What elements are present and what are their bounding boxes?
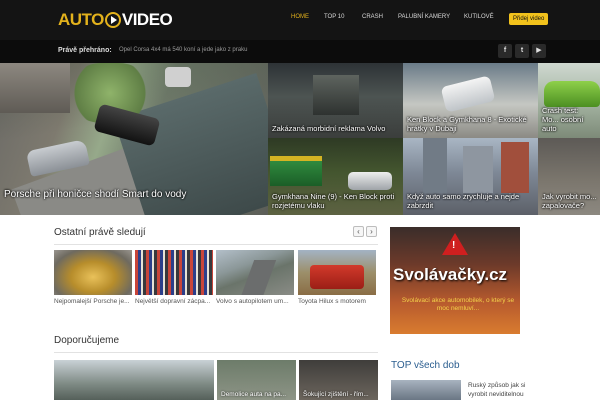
divider (54, 352, 378, 353)
hero-tile-caption: Když auto samo zrychluje a nejde zabrzdi… (407, 192, 520, 210)
recommended-video-1[interactable] (54, 360, 214, 400)
hero-tile-caption: Ken Block a Gymkhana 8 - Exotické hrátky… (407, 115, 527, 133)
exclamation-icon: ! (452, 240, 456, 251)
next-arrow-icon[interactable]: › (366, 226, 377, 237)
others-thumb-3[interactable] (216, 250, 294, 295)
hero-tile-2[interactable]: Ken Block a Gymkhana 8 - Exotické hrátky… (403, 63, 538, 138)
car-white-shape (440, 75, 496, 113)
twitter-icon[interactable]: t (515, 44, 529, 58)
add-video-button[interactable]: Přidej video (509, 13, 549, 25)
car-rally-shape (348, 172, 392, 190)
divider (54, 244, 378, 245)
others-thumb-1[interactable] (54, 250, 132, 295)
ad-title: Svolávačky.cz (393, 265, 508, 284)
nav-top10[interactable]: TOP 10 (324, 14, 344, 20)
youtube-icon[interactable]: ▶ (532, 44, 546, 58)
nav-kutilove[interactable]: KUTILOVÉ (464, 14, 494, 20)
recommended-caption: Demolice auta na pa... (221, 391, 287, 398)
hero-tile-4[interactable]: Gymkhana Nine (9) - Ken Block proti rozj… (268, 138, 403, 215)
car-small-shape (165, 67, 191, 87)
ad-subtitle: Svolávací akce automobilek, o který se m… (401, 297, 515, 312)
recommended-caption: Šokující zjištění - řím... (303, 391, 369, 398)
tower-shape (423, 138, 447, 193)
others-caption-2[interactable]: Největší dopravní zácpa... (135, 298, 213, 305)
hero-tile-1[interactable]: Zakázaná morbidní reklama Volvo (268, 63, 403, 138)
hero-tile-caption: Jak vyrobit mo... zapalovače? (542, 192, 597, 210)
nav-home[interactable]: HOME (291, 14, 309, 20)
others-section-title: Ostatní právě sledují (54, 227, 146, 238)
now-playing-link[interactable]: Opel Corsa 4x4 má 540 koní a jede jako z… (119, 47, 247, 53)
building-shape (313, 75, 359, 115)
hero-tile-3[interactable]: Crash test: Mo... osobní auto (538, 63, 600, 138)
facebook-icon[interactable]: f (498, 44, 512, 58)
hero-tile-5[interactable]: Když auto samo zrychluje a nejde zabrzdi… (403, 138, 538, 215)
house-shape (0, 63, 70, 113)
hero-tile-6[interactable]: Jak vyrobit mo... zapalovače? (538, 138, 600, 215)
train-shape (270, 156, 322, 186)
top-bar: AUTO VIDEO HOME TOP 10 CRASH PALUBNÍ KAM… (0, 0, 600, 40)
top-video-title[interactable]: Ruský způsob jak si vyrobit neviditelnou (468, 381, 538, 399)
road-shape (237, 260, 277, 295)
prev-arrow-icon[interactable]: ‹ (353, 226, 364, 237)
recommended-section-title: Doporučujeme (54, 335, 120, 346)
hero-tile-caption: Crash test: Mo... osobní auto (542, 106, 584, 133)
others-thumb-2[interactable] (135, 250, 213, 295)
tower-shape (463, 146, 493, 193)
car-green-shape (544, 81, 600, 107)
top-video-thumb[interactable] (391, 380, 461, 400)
others-caption-4[interactable]: Toyota Hilux s motorem (298, 298, 376, 305)
nav-palubni-kamery[interactable]: PALUBNÍ KAMERY (398, 14, 450, 20)
svolavacky-ad-banner[interactable]: ! Svolávačky.cz Svolávací akce automobil… (390, 227, 520, 334)
others-caption-3[interactable]: Volvo s autopilotem um... (216, 298, 294, 305)
truck-shape (310, 265, 364, 289)
others-caption-1[interactable]: Nejpomalejší Porsche je... (54, 298, 132, 305)
hero-tile-caption: Gymkhana Nine (9) - Ken Block proti rozj… (272, 192, 395, 210)
hero-tile-caption: Zakázaná morbidní reklama Volvo (272, 124, 386, 133)
tower-shape (501, 142, 529, 193)
recommended-video-3[interactable]: Šokující zjištění - řím... (299, 360, 378, 400)
nav-crash[interactable]: CRASH (362, 14, 383, 20)
hero-main-video[interactable]: Porsche při honičce shodí Smart do vody (0, 63, 268, 215)
others-thumb-4[interactable] (298, 250, 376, 295)
now-playing-label: Právě přehráno: (58, 47, 112, 54)
hero-main-caption: Porsche při honičce shodí Smart do vody (4, 189, 187, 200)
top-all-time-title: TOP všech dob (391, 360, 460, 371)
recommended-video-2[interactable]: Demolice auta na pa... (217, 360, 296, 400)
